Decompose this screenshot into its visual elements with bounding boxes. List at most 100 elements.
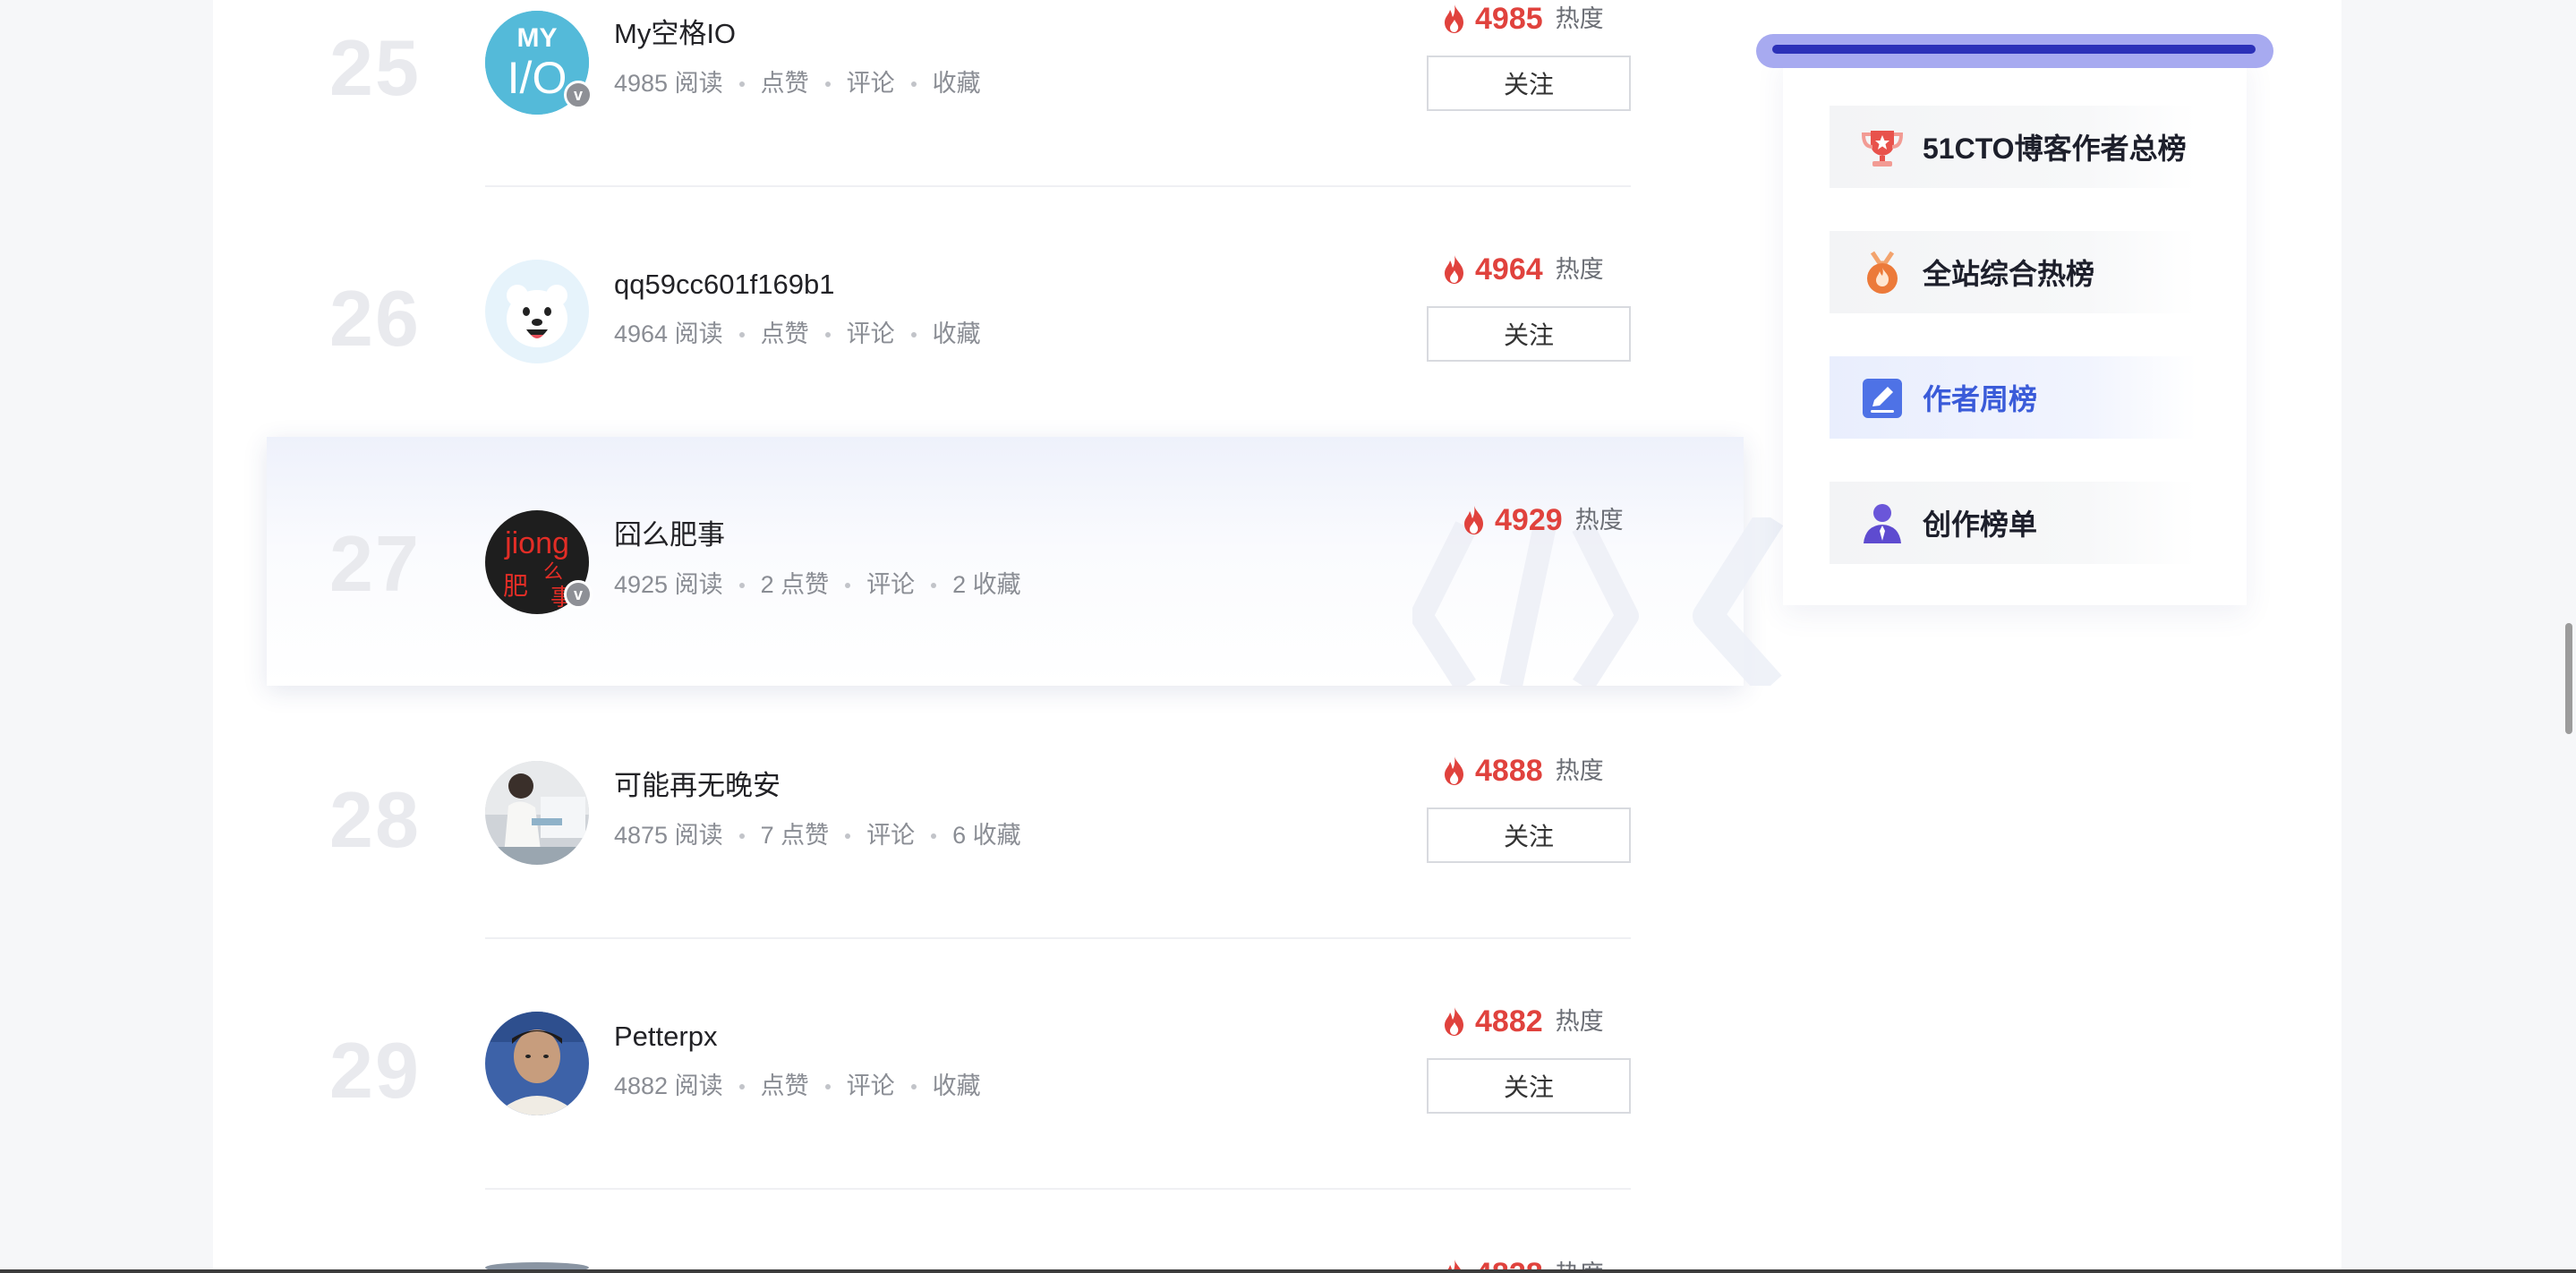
separator-dot — [910, 1083, 917, 1089]
avatar-text-bottom: I/O — [508, 53, 567, 103]
comments-count: 评论 — [866, 571, 916, 598]
author-stats: 4964 阅读 点赞 评论 收藏 — [614, 322, 981, 346]
row-divider — [485, 185, 1631, 187]
sidebar-shelf-decoration — [1756, 34, 2273, 68]
fire-medal-icon — [1867, 251, 1898, 294]
separator-dot — [738, 1083, 745, 1089]
author-avatar[interactable] — [485, 1012, 589, 1115]
favorites-count: 收藏 — [932, 70, 981, 97]
likes-count: 2 点赞 — [760, 571, 830, 598]
favorites-count: 收藏 — [932, 1072, 981, 1099]
ranking-row-hovered[interactable]: 27 jiong 肥 么 事 v 囧么肥事 4925 阅读 2 点赞 评论 2 — [267, 437, 1784, 686]
follow-button[interactable]: 关注 — [1427, 807, 1631, 863]
row-divider — [485, 937, 1631, 939]
author-stats: 4875 阅读 7 点赞 评论 6 收藏 — [614, 824, 1021, 848]
ranking-row: 28 可能再无晚安 4875 阅读 7 点赞 评论 6 收藏 4888 热度 关… — [213, 752, 1914, 1003]
follow-button[interactable]: 关注 — [1427, 56, 1631, 111]
heat-value: 4964 — [1475, 252, 1543, 286]
author-stats: 4882 阅读 点赞 评论 收藏 — [614, 1074, 981, 1098]
likes-count: 点赞 — [760, 70, 809, 97]
likes-count: 点赞 — [760, 1072, 809, 1099]
sidebar-item-weekly-authors[interactable]: 作者周榜 — [1830, 356, 2196, 439]
avatar-text-me: 么 — [543, 561, 563, 584]
author-name[interactable]: 囧么肥事 — [614, 521, 725, 549]
comments-count: 评论 — [866, 822, 916, 849]
follow-button[interactable]: 关注 — [1427, 1058, 1631, 1114]
sidebar-item-creation-list[interactable]: 创作榜单 — [1830, 482, 2196, 564]
follow-button[interactable]: 关注 — [1427, 306, 1631, 362]
heat-unit: 热度 — [1555, 756, 1604, 784]
favorites-count: 6 收藏 — [952, 822, 1021, 849]
separator-dot — [738, 81, 745, 87]
sidebar-item-overall[interactable]: 51CTO博客作者总榜 — [1830, 106, 2196, 188]
rank-number: 25 — [329, 23, 421, 112]
rank-number: 28 — [329, 775, 421, 864]
comments-count: 评论 — [846, 1072, 895, 1099]
person-icon — [1864, 504, 1901, 543]
verified-badge-icon: v — [564, 580, 593, 609]
edit-icon — [1863, 379, 1902, 418]
separator-dot — [845, 582, 851, 588]
heat-value: 4985 — [1475, 2, 1543, 36]
fire-icon — [1464, 506, 1483, 534]
heat-value: 4882 — [1475, 1004, 1543, 1038]
author-stats: 4985 阅读 点赞 评论 收藏 — [614, 72, 981, 96]
author-name[interactable]: Petterpx — [614, 1022, 717, 1050]
photo-avatar-image — [485, 761, 589, 865]
trophy-icon — [1861, 131, 1904, 167]
author-stats: 4925 阅读 2 点赞 评论 2 收藏 — [614, 573, 1021, 597]
fire-icon — [1445, 4, 1463, 33]
heat-score: 4985 热度 — [1441, 4, 1604, 34]
separator-dot — [910, 331, 917, 337]
reads-count: 4882 阅读 — [614, 1072, 723, 1099]
rank-number: 29 — [329, 1026, 421, 1115]
sidebar-item-label: 全站综合热榜 — [1923, 258, 2095, 290]
heat-unit: 热度 — [1555, 1007, 1604, 1035]
fire-icon — [1445, 1007, 1463, 1036]
sidebar-item-label: 创作榜单 — [1923, 508, 2038, 541]
reads-count: 4964 阅读 — [614, 320, 723, 347]
heat-score: 4888 热度 — [1441, 756, 1604, 786]
rank-number: 27 — [329, 519, 421, 608]
comments-count: 评论 — [846, 320, 895, 347]
separator-dot — [931, 833, 937, 839]
separator-dot — [931, 582, 937, 588]
window-bottom-edge — [0, 1269, 2576, 1273]
ranking-row: 25 MY I/O v My空格IO 4985 阅读 点赞 评论 收藏 4985… — [213, 0, 1914, 251]
separator-dot — [738, 833, 745, 839]
heat-value: 4888 — [1475, 754, 1543, 788]
author-ranking-list: 25 MY I/O v My空格IO 4985 阅读 点赞 评论 收藏 4985… — [213, 0, 1914, 1273]
author-avatar[interactable] — [485, 260, 589, 363]
separator-dot — [738, 331, 745, 337]
heat-unit: 热度 — [1574, 506, 1624, 534]
likes-count: 点赞 — [760, 320, 809, 347]
author-avatar[interactable] — [485, 761, 589, 865]
heat-score: 4964 热度 — [1441, 254, 1604, 285]
sidebar-item-label: 51CTO博客作者总榜 — [1923, 132, 2187, 165]
fire-icon — [1445, 255, 1463, 284]
separator-dot — [845, 833, 851, 839]
row-divider — [485, 1188, 1631, 1190]
verified-badge-icon: v — [564, 81, 593, 109]
separator-dot — [824, 81, 831, 87]
separator-dot — [910, 81, 917, 87]
comments-count: 评论 — [846, 70, 895, 97]
author-name[interactable]: qq59cc601f169b1 — [614, 270, 835, 298]
sidebar-item-label: 作者周榜 — [1923, 383, 2038, 415]
sidebar-item-site-hot[interactable]: 全站综合热榜 — [1830, 231, 2196, 313]
page-content: 25 MY I/O v My空格IO 4985 阅读 点赞 评论 收藏 4985… — [213, 0, 2341, 1273]
author-name[interactable]: My空格IO — [614, 20, 736, 47]
fire-icon — [1445, 756, 1463, 785]
reads-count: 4925 阅读 — [614, 571, 723, 598]
heat-value: 4929 — [1495, 503, 1563, 537]
avatar-text-fei: 肥 — [503, 571, 528, 601]
favorites-count: 2 收藏 — [952, 571, 1021, 598]
rank-number: 26 — [329, 274, 421, 363]
heat-score: 4929 热度 — [1461, 505, 1624, 535]
author-name[interactable]: 可能再无晚安 — [614, 772, 780, 799]
favorites-count: 收藏 — [932, 320, 981, 347]
heat-unit: 热度 — [1555, 4, 1604, 32]
page-scrollbar-thumb[interactable] — [2565, 623, 2572, 734]
code-watermark-icon — [1412, 517, 1784, 686]
reads-count: 4985 阅读 — [614, 70, 723, 97]
